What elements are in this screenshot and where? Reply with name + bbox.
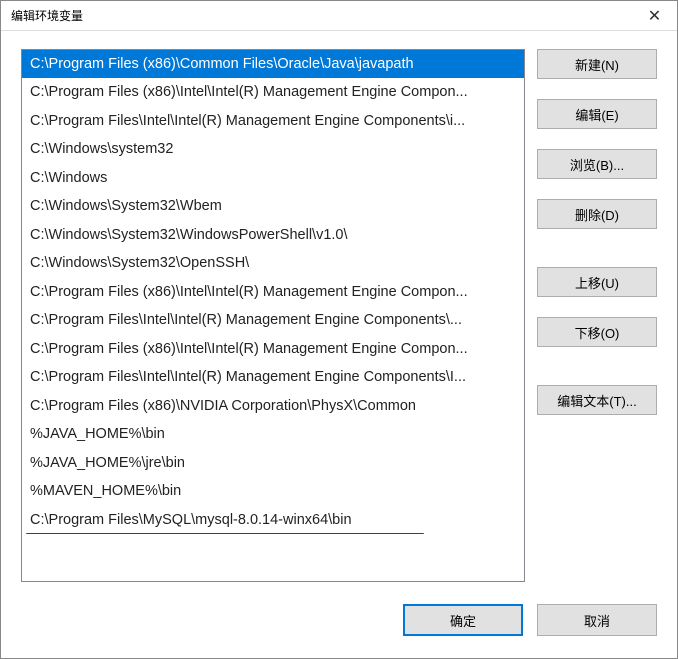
delete-button[interactable]: 删除(D): [537, 199, 657, 229]
list-item[interactable]: %JAVA_HOME%\bin: [22, 420, 524, 448]
edit-button[interactable]: 编辑(E): [537, 99, 657, 129]
list-item[interactable]: C:\Windows: [22, 164, 524, 192]
move-down-button[interactable]: 下移(O): [537, 317, 657, 347]
browse-button[interactable]: 浏览(B)...: [537, 149, 657, 179]
window-title: 编辑环境变量: [11, 7, 83, 24]
list-item[interactable]: C:\Windows\system32: [22, 135, 524, 163]
move-up-button[interactable]: 上移(U): [537, 267, 657, 297]
list-item[interactable]: C:\Program Files (x86)\Intel\Intel(R) Ma…: [22, 278, 524, 306]
content-area: C:\Program Files (x86)\Common Files\Orac…: [1, 31, 677, 592]
list-item[interactable]: C:\Program Files\MySQL\mysql-8.0.14-winx…: [22, 506, 524, 534]
list-item[interactable]: C:\Windows\System32\Wbem: [22, 192, 524, 220]
side-buttons: 新建(N) 编辑(E) 浏览(B)... 删除(D) 上移(U) 下移(O) 编…: [537, 49, 657, 582]
list-item[interactable]: C:\Program Files\Intel\Intel(R) Manageme…: [22, 107, 524, 135]
new-button[interactable]: 新建(N): [537, 49, 657, 79]
list-item[interactable]: C:\Windows\System32\WindowsPowerShell\v1…: [22, 221, 524, 249]
path-listbox[interactable]: C:\Program Files (x86)\Common Files\Orac…: [21, 49, 525, 582]
dialog-window: 编辑环境变量 ✕ C:\Program Files (x86)\Common F…: [0, 0, 678, 659]
list-item[interactable]: C:\Program Files\Intel\Intel(R) Manageme…: [22, 363, 524, 391]
list-item[interactable]: %JAVA_HOME%\jre\bin: [22, 449, 524, 477]
dialog-footer: 确定 取消: [1, 592, 677, 658]
close-icon: ✕: [648, 6, 661, 26]
edit-text-button[interactable]: 编辑文本(T)...: [537, 385, 657, 415]
list-item[interactable]: C:\Windows\System32\OpenSSH\: [22, 249, 524, 277]
list-item[interactable]: C:\Program Files (x86)\NVIDIA Corporatio…: [22, 392, 524, 420]
ok-button[interactable]: 确定: [403, 604, 523, 636]
list-item[interactable]: C:\Program Files (x86)\Intel\Intel(R) Ma…: [22, 335, 524, 363]
list-item[interactable]: %MAVEN_HOME%\bin: [22, 477, 524, 505]
cancel-button[interactable]: 取消: [537, 604, 657, 636]
close-button[interactable]: ✕: [632, 1, 677, 31]
list-item[interactable]: C:\Program Files (x86)\Common Files\Orac…: [22, 50, 524, 78]
titlebar: 编辑环境变量 ✕: [1, 1, 677, 31]
list-item[interactable]: C:\Program Files (x86)\Intel\Intel(R) Ma…: [22, 78, 524, 106]
list-item[interactable]: C:\Program Files\Intel\Intel(R) Manageme…: [22, 306, 524, 334]
